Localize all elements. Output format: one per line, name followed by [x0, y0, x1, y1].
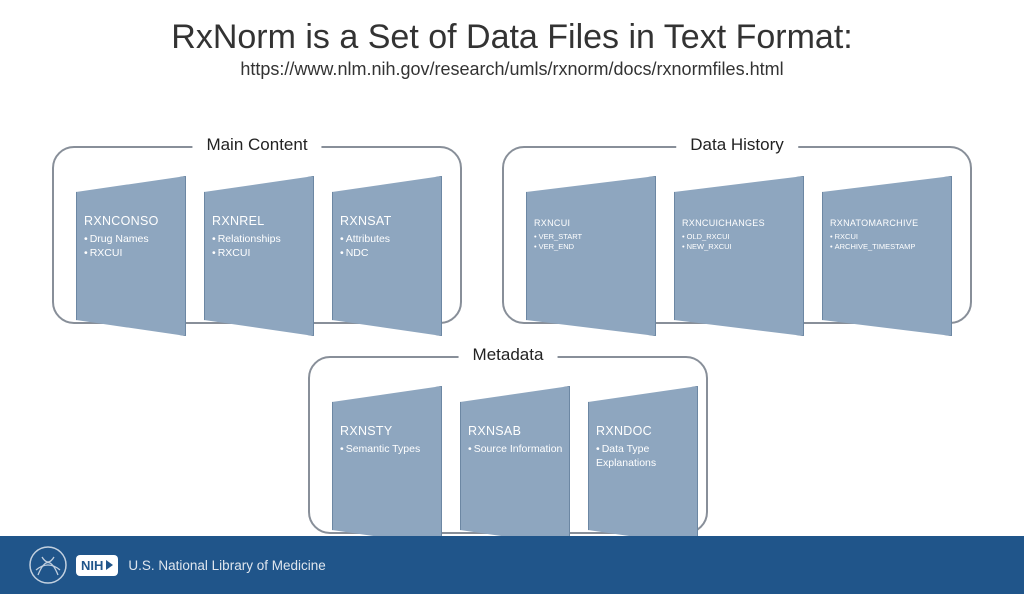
group-label: Data History	[676, 135, 798, 155]
card-title: RXNCUI	[534, 218, 652, 228]
card-item: NEW_RXCUI	[682, 242, 800, 252]
card-title: RXNREL	[212, 214, 310, 228]
card-item: Data Type Explanations	[596, 442, 694, 470]
card-item: VER_END	[534, 242, 652, 252]
card-title: RXNSAB	[468, 424, 566, 438]
card-rxnrel: RXNREL Relationships RXCUI	[204, 176, 314, 336]
card-item: VER_START	[534, 232, 652, 242]
group-label: Main Content	[192, 135, 321, 155]
card-rxndoc: RXNDOC Data Type Explanations	[588, 386, 698, 546]
card-item: OLD_RXCUI	[682, 232, 800, 242]
card-title: RXNDOC	[596, 424, 694, 438]
footer-org-name: U.S. National Library of Medicine	[128, 558, 325, 573]
footer-bar: NIH U.S. National Library of Medicine	[0, 536, 1024, 594]
card-item: Relationships	[212, 232, 310, 246]
group-label: Metadata	[459, 345, 558, 365]
card-item: NDC	[340, 246, 438, 260]
card-rxncuichanges: RXNCUICHANGES OLD_RXCUI NEW_RXCUI	[674, 176, 804, 336]
card-item: RXCUI	[84, 246, 182, 260]
group-main-content: Main Content RXNCONSO Drug Names RXCUI R…	[52, 146, 462, 324]
card-title: RXNSTY	[340, 424, 438, 438]
card-item: Semantic Types	[340, 442, 438, 456]
card-rxnsab: RXNSAB Source Information	[460, 386, 570, 546]
card-title: RXNCUICHANGES	[682, 218, 800, 228]
card-title: RXNATOMARCHIVE	[830, 218, 948, 228]
card-item: Attributes	[340, 232, 438, 246]
card-title: RXNCONSO	[84, 214, 182, 228]
card-item: ARCHIVE_TIMESTAMP	[830, 242, 948, 252]
card-rxnconso: RXNCONSO Drug Names RXCUI	[76, 176, 186, 336]
card-rxnsty: RXNSTY Semantic Types	[332, 386, 442, 546]
card-rxnsat: RXNSAT Attributes NDC	[332, 176, 442, 336]
card-rxncui: RXNCUI VER_START VER_END	[526, 176, 656, 336]
play-triangle-icon	[106, 560, 113, 570]
nih-label: NIH	[81, 558, 103, 573]
nih-badge: NIH	[76, 555, 118, 576]
group-metadata: Metadata RXNSTY Semantic Types RXNSAB So…	[308, 356, 708, 534]
group-data-history: Data History RXNCUI VER_START VER_END RX…	[502, 146, 972, 324]
card-item: Source Information	[468, 442, 566, 456]
card-item: RXCUI	[830, 232, 948, 242]
card-rxnatomarchive: RXNATOMARCHIVE RXCUI ARCHIVE_TIMESTAMP	[822, 176, 952, 336]
card-item: Drug Names	[84, 232, 182, 246]
hhs-logo-icon	[28, 545, 68, 585]
page-subtitle-url: https://www.nlm.nih.gov/research/umls/rx…	[0, 59, 1024, 80]
page-title: RxNorm is a Set of Data Files in Text Fo…	[0, 18, 1024, 57]
card-title: RXNSAT	[340, 214, 438, 228]
card-item: RXCUI	[212, 246, 310, 260]
